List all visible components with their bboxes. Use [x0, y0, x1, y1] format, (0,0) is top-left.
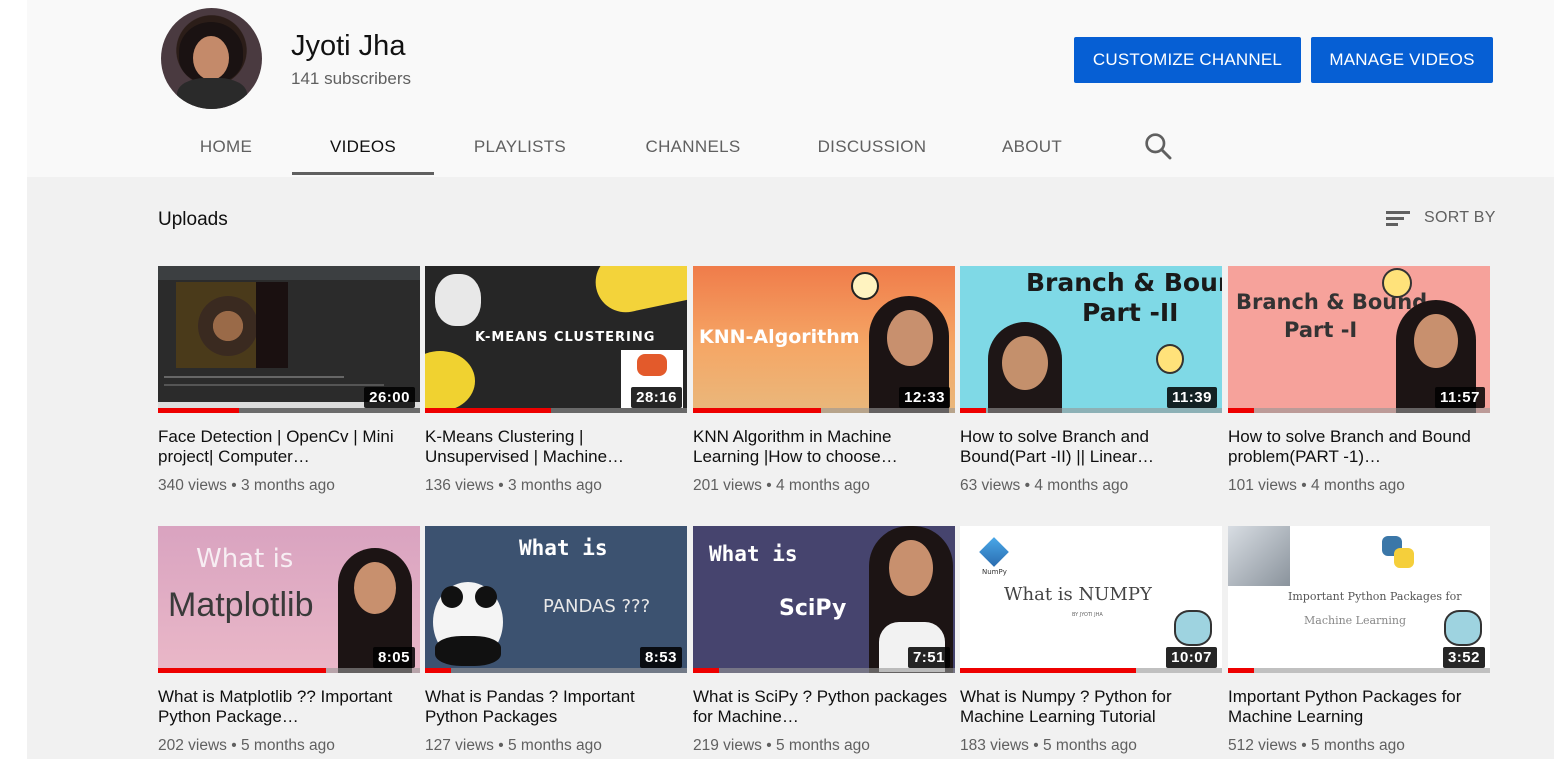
thumbnail-caption: What is NUMPY	[1004, 584, 1152, 605]
channel-avatar[interactable]	[161, 8, 262, 109]
video-card[interactable]: 26:00 Face Detection | OpenCv | Mini pro…	[158, 266, 420, 495]
thumbnail-caption: Branch & Bound	[1026, 268, 1222, 297]
video-meta: 340 views • 3 months ago	[158, 477, 335, 494]
manage-videos-button[interactable]: MANAGE VIDEOS	[1311, 37, 1493, 83]
watch-progress	[693, 408, 955, 413]
customize-channel-button[interactable]: CUSTOMIZE CHANNEL	[1074, 37, 1301, 83]
video-duration: 11:39	[1166, 387, 1217, 408]
thumbnail-caption: What is	[709, 542, 798, 566]
video-card[interactable]: K-MEANS CLUSTERING 28:16 K-Means Cluster…	[425, 266, 687, 495]
watch-progress	[693, 668, 955, 673]
video-thumbnail[interactable]: What is SciPy 7:51	[693, 526, 955, 673]
tab-videos[interactable]: VIDEOS	[292, 118, 434, 175]
video-thumbnail[interactable]: KNN-Algorithm 12:33	[693, 266, 955, 413]
video-duration: 8:53	[639, 647, 682, 668]
sort-label: SORT BY	[1424, 209, 1496, 226]
lightbulb-icon	[1156, 344, 1184, 374]
video-thumbnail[interactable]: NumPy What is NUMPY BY JYOTI JHA 10:07	[960, 526, 1222, 673]
video-duration: 12:33	[899, 387, 950, 408]
watch-progress	[960, 668, 1222, 673]
video-meta: 219 views • 5 months ago	[693, 737, 870, 754]
video-card[interactable]: NumPy What is NUMPY BY JYOTI JHA 10:07 W…	[960, 526, 1222, 755]
video-meta: 136 views • 3 months ago	[425, 477, 602, 494]
video-thumbnail[interactable]: Important Python Packages for Machine Le…	[1228, 526, 1490, 673]
thumbnail-caption: What is	[519, 536, 608, 560]
thumbnail-caption: K-MEANS CLUSTERING	[475, 330, 656, 345]
video-title[interactable]: Face Detection | OpenCv | Mini project| …	[158, 427, 420, 467]
video-duration: 7:51	[907, 647, 950, 668]
video-card[interactable]: What is Matplotlib 8:05 What is Matplotl…	[158, 526, 420, 755]
video-title[interactable]: How to solve Branch and Bound(Part -II) …	[960, 427, 1222, 467]
tab-about[interactable]: ABOUT	[982, 118, 1082, 175]
video-duration: 26:00	[364, 387, 415, 408]
tab-playlists[interactable]: PLAYLISTS	[451, 118, 589, 175]
watch-progress	[425, 668, 687, 673]
lightbulb-icon	[851, 272, 879, 300]
video-thumbnail[interactable]: K-MEANS CLUSTERING 28:16	[425, 266, 687, 413]
thumbnail-caption-2: Part -II	[1082, 298, 1179, 327]
thumbnail-caption-2: Machine Learning	[1304, 614, 1407, 627]
lightbulb-icon	[1382, 268, 1412, 298]
video-meta: 101 views • 4 months ago	[1228, 477, 1405, 494]
video-title[interactable]: How to solve Branch and Bound problem(PA…	[1228, 427, 1490, 467]
thumbnail-caption-2: Part -I	[1284, 318, 1358, 342]
video-title[interactable]: Important Python Packages for Machine Le…	[1228, 687, 1490, 727]
watch-progress	[158, 668, 420, 673]
sort-by-button[interactable]: SORT BY	[1386, 208, 1496, 228]
subscriber-count: 141 subscribers	[291, 69, 412, 88]
video-card[interactable]: What is PANDAS ??? 8:53 What is Pandas ?…	[425, 526, 687, 755]
video-duration: 28:16	[631, 387, 682, 408]
video-thumbnail[interactable]: 26:00	[158, 266, 420, 413]
watch-progress	[425, 408, 687, 413]
video-title[interactable]: What is Numpy ? Python for Machine Learn…	[960, 687, 1222, 727]
video-thumbnail[interactable]: What is Matplotlib 8:05	[158, 526, 420, 673]
thumbnail-caption: KNN-Algorithm	[699, 326, 860, 348]
video-meta: 183 views • 5 months ago	[960, 737, 1137, 754]
tab-home[interactable]: HOME	[159, 118, 293, 175]
video-card[interactable]: Important Python Packages for Machine Le…	[1228, 526, 1490, 755]
video-duration: 8:05	[372, 647, 415, 668]
video-meta: 512 views • 5 months ago	[1228, 737, 1405, 754]
channel-page: Jyoti Jha 141 subscribers CUSTOMIZE CHAN…	[27, 0, 1554, 759]
video-title[interactable]: What is SciPy ? Python packages for Mach…	[693, 687, 955, 727]
video-meta: 201 views • 4 months ago	[693, 477, 870, 494]
watch-progress	[1228, 408, 1490, 413]
watch-progress	[1228, 668, 1490, 673]
video-card[interactable]: Branch & Bound Part -II 11:39 How to sol…	[960, 266, 1222, 495]
channel-header: Jyoti Jha 141 subscribers CUSTOMIZE CHAN…	[27, 0, 1554, 177]
tab-discussion[interactable]: DISCUSSION	[795, 118, 949, 175]
video-thumbnail[interactable]: What is PANDAS ??? 8:53	[425, 526, 687, 673]
sort-icon	[1386, 208, 1412, 228]
numpy-logo-text: NumPy	[982, 568, 1007, 576]
video-meta: 63 views • 4 months ago	[960, 477, 1129, 494]
video-card[interactable]: KNN-Algorithm 12:33 KNN Algorithm in Mac…	[693, 266, 955, 495]
section-title: Uploads	[158, 209, 228, 230]
video-meta: 127 views • 5 months ago	[425, 737, 602, 754]
video-thumbnail[interactable]: Branch & Bound Part -I 11:57	[1228, 266, 1490, 413]
thumbnail-caption-2: PANDAS ???	[543, 596, 651, 617]
thumbnail-caption: Important Python Packages for	[1288, 590, 1462, 603]
video-title[interactable]: What is Matplotlib ?? Important Python P…	[158, 687, 420, 727]
video-title[interactable]: What is Pandas ? Important Python Packag…	[425, 687, 687, 727]
search-icon[interactable]	[1142, 130, 1174, 162]
thumbnail-caption-2: SciPy	[779, 596, 847, 621]
channel-name: Jyoti Jha	[291, 30, 406, 62]
video-thumbnail[interactable]: Branch & Bound Part -II 11:39	[960, 266, 1222, 413]
video-meta: 202 views • 5 months ago	[158, 737, 335, 754]
thumbnail-caption-2: Matplotlib	[168, 586, 314, 624]
watch-progress	[158, 408, 420, 413]
video-card[interactable]: What is SciPy 7:51 What is SciPy ? Pytho…	[693, 526, 955, 755]
thumbnail-caption: What is	[196, 544, 294, 574]
watch-progress	[960, 408, 1222, 413]
video-duration: 11:57	[1434, 387, 1485, 408]
video-title[interactable]: K-Means Clustering | Unsupervised | Mach…	[425, 427, 687, 467]
thumbnail-caption-2: BY JYOTI JHA	[1072, 612, 1103, 618]
video-duration: 10:07	[1166, 647, 1217, 668]
video-card[interactable]: Branch & Bound Part -I 11:57 How to solv…	[1228, 266, 1490, 495]
tab-channels[interactable]: CHANNELS	[622, 118, 764, 175]
video-duration: 3:52	[1442, 647, 1485, 668]
video-title[interactable]: KNN Algorithm in Machine Learning |How t…	[693, 427, 955, 467]
